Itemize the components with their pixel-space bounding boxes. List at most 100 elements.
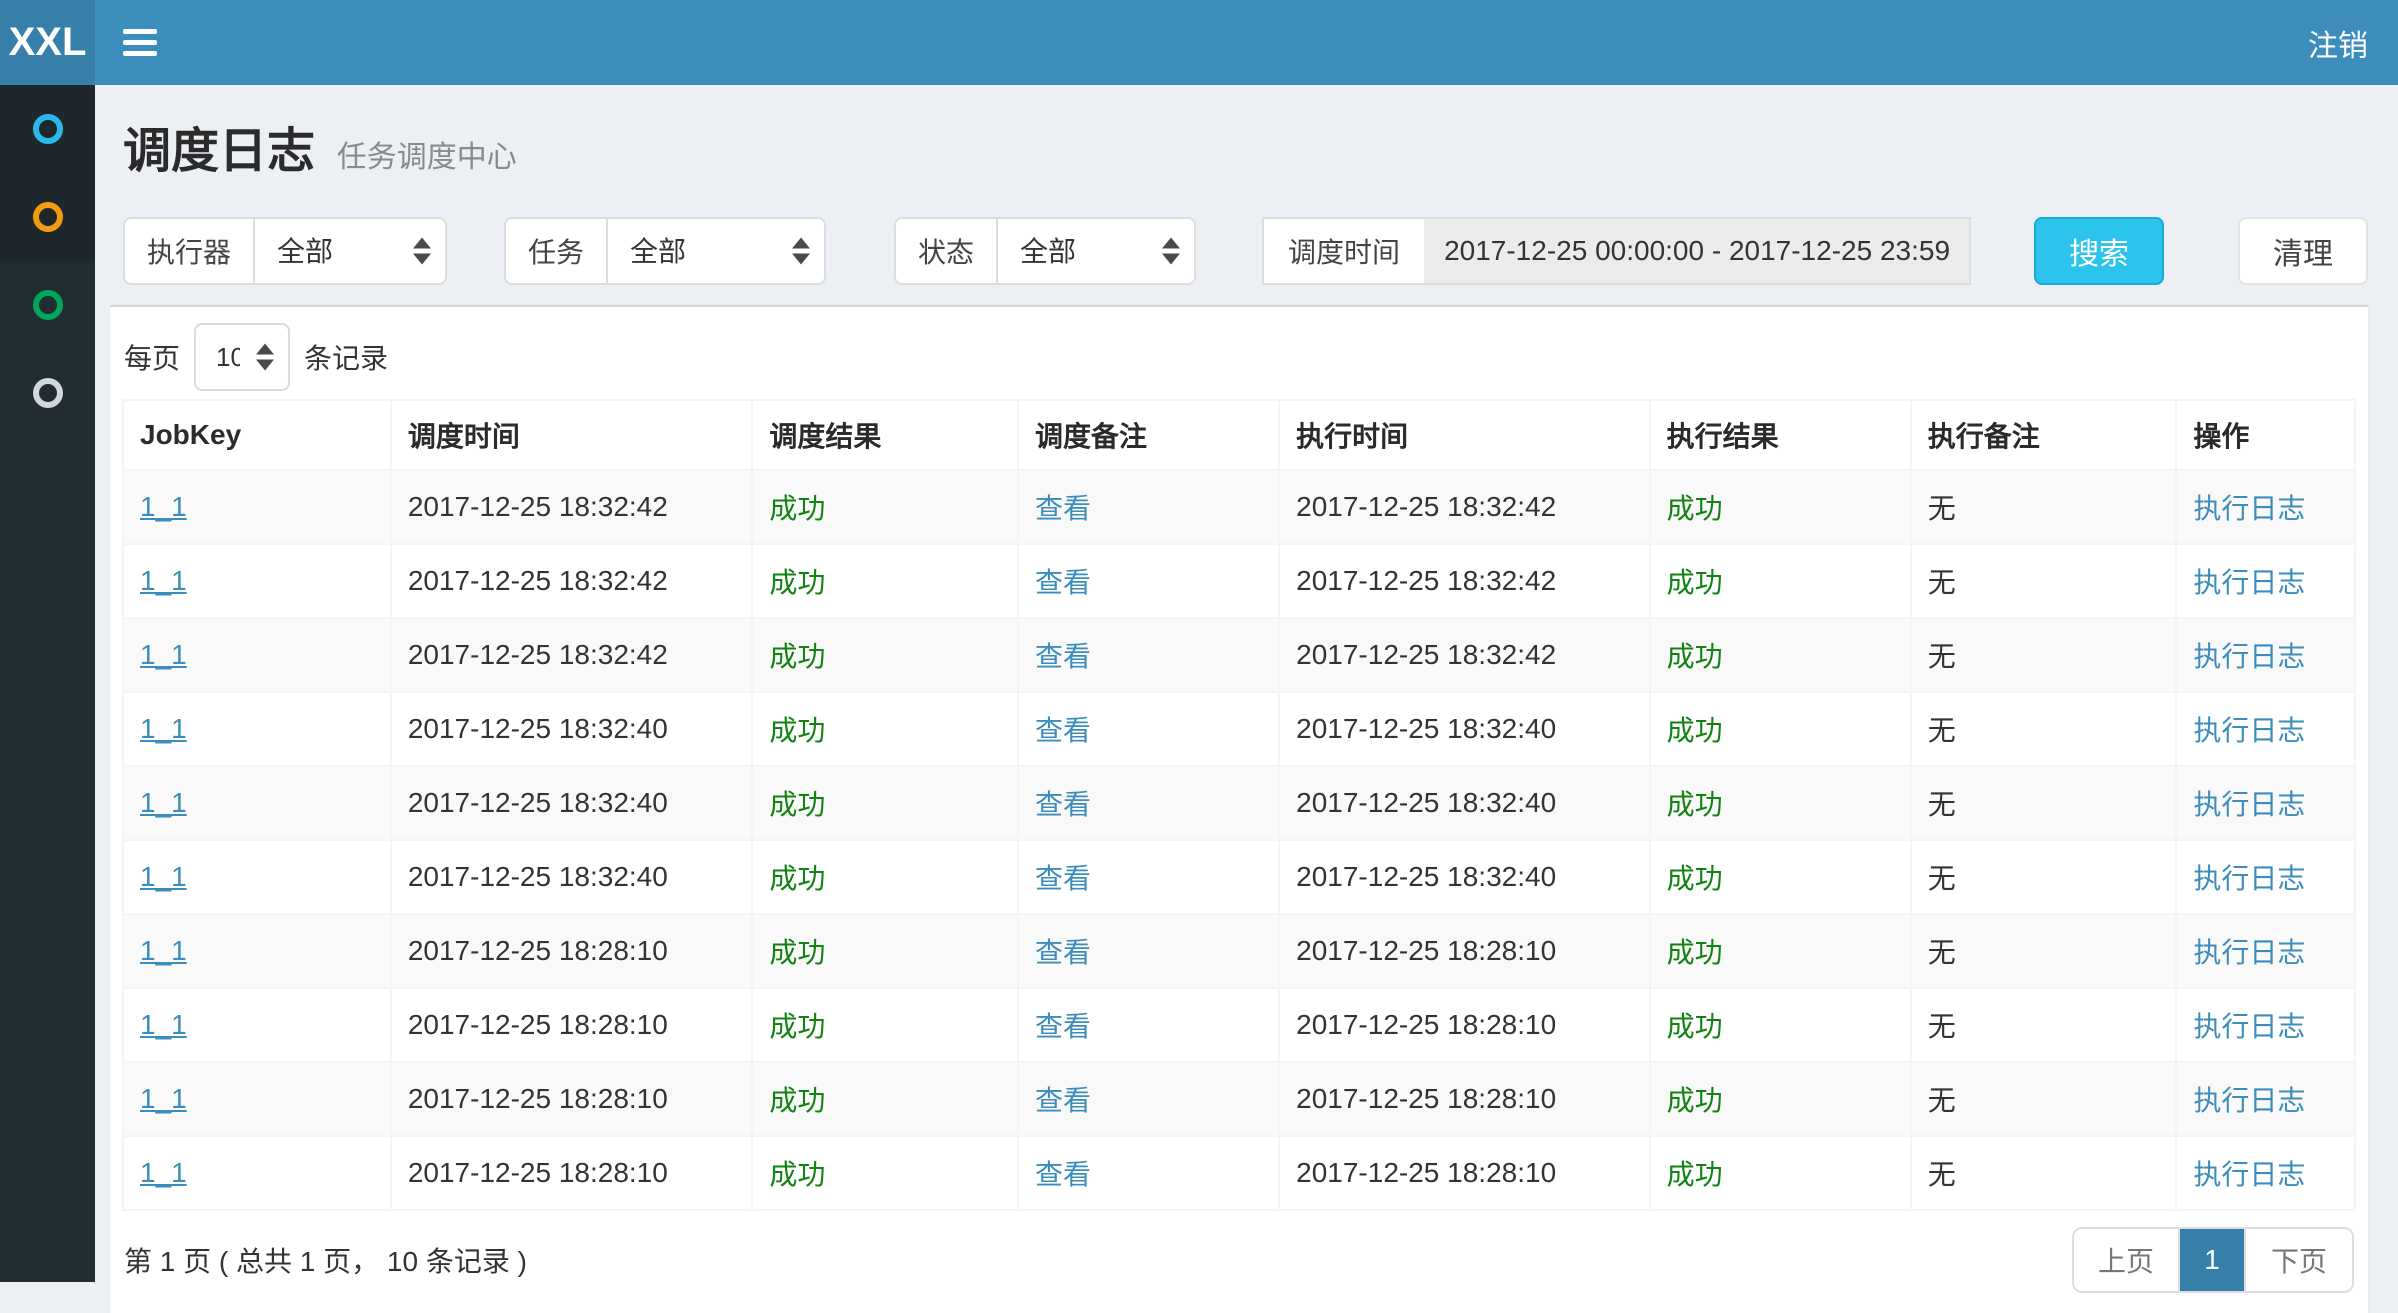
exec-log-link[interactable]: 执行日志 [2193, 789, 2305, 820]
jobkey-link[interactable]: 1_1 [140, 565, 187, 596]
trigger-result-cell: 成功 [769, 863, 825, 894]
trigger-msg-link[interactable]: 查看 [1035, 937, 1091, 968]
trigger-result-cell: 成功 [769, 1159, 825, 1190]
trigger-result-cell: 成功 [769, 1011, 825, 1042]
trigger-result-cell: 成功 [769, 641, 825, 672]
trigger-msg-link[interactable]: 查看 [1035, 789, 1091, 820]
handle-msg-cell: 无 [1928, 641, 1956, 672]
jobkey-link[interactable]: 1_1 [140, 861, 187, 892]
table-row: 1_1 2017-12-25 18:32:42 成功 查看 2017-12-25 18:… [123, 470, 2355, 544]
exec-log-link[interactable]: 执行日志 [2193, 1159, 2305, 1190]
trigger-result-cell: 成功 [769, 937, 825, 968]
dispatch-log-table: JobKey调度时间调度结果调度备注执行时间执行结果执行备注操作 1_12017… [122, 399, 2356, 1211]
exec-log-link[interactable]: 执行日志 [2193, 863, 2305, 894]
column-header-trigger-time: 调度时间 [391, 400, 753, 470]
handle-msg-cell: 无 [1928, 937, 1956, 968]
handle-result-cell: 成功 [1667, 1085, 1723, 1116]
table-row: 1_1 2017-12-25 18:32:40 成功 查看 2017-12-25 18:… [123, 692, 2355, 766]
handle-time-cell: 2017-12-25 18:32:42 [1296, 565, 1556, 596]
search-button[interactable]: 搜索 [2034, 217, 2164, 285]
main-content: 调度日志 任务调度中心 执行器 全部 任务 全部 状态 全部 调度 [95, 85, 2398, 1282]
handle-msg-cell: 无 [1928, 1085, 1956, 1116]
trigger-result-cell: 成功 [769, 1085, 825, 1116]
table-row: 1_1 2017-12-25 18:28:10 成功 查看 2017-12-25 18:… [123, 1062, 2355, 1136]
trigger-time-cell: 2017-12-25 18:28:10 [408, 1157, 668, 1188]
page-size-prefix: 每页 [124, 337, 180, 377]
clear-log-button[interactable]: 清理 [2238, 217, 2368, 285]
content-header: 调度日志 任务调度中心 [110, 85, 2368, 205]
sidebar-item-3[interactable] [0, 261, 95, 349]
logout-link[interactable]: 注销 [2278, 0, 2398, 85]
trigger-time-label: 调度时间 [1262, 217, 1424, 285]
pagination: 上页 1 下页 [2072, 1227, 2354, 1293]
trigger-msg-link[interactable]: 查看 [1035, 1085, 1091, 1116]
handle-msg-cell: 无 [1928, 1011, 1956, 1042]
jobkey-link[interactable]: 1_1 [140, 1157, 187, 1188]
trigger-time-cell: 2017-12-25 18:32:40 [408, 713, 668, 744]
trigger-time-cell: 2017-12-25 18:32:42 [408, 565, 668, 596]
handle-msg-cell: 无 [1928, 493, 1956, 524]
pagination-summary: 第 1 页 ( 总共 1 页， 10 条记录 ) [124, 1240, 527, 1280]
sidebar-toggle-button[interactable] [110, 0, 170, 85]
exec-log-link[interactable]: 执行日志 [2193, 1085, 2305, 1116]
exec-log-link[interactable]: 执行日志 [2193, 1011, 2305, 1042]
app-logo[interactable]: XXL [0, 0, 95, 85]
jobkey-link[interactable]: 1_1 [140, 935, 187, 966]
jobkey-link[interactable]: 1_1 [140, 787, 187, 818]
handle-result-cell: 成功 [1667, 1159, 1723, 1190]
trigger-result-cell: 成功 [769, 715, 825, 746]
exec-log-link[interactable]: 执行日志 [2193, 937, 2305, 968]
page-title: 调度日志 [123, 125, 315, 178]
exec-log-link[interactable]: 执行日志 [2193, 641, 2305, 672]
column-header-trigger-msg: 调度备注 [1018, 400, 1279, 470]
log-panel: 每页 10 条记录 JobKey调度时间调度结果调度备注执行时间执行结果执行备注… [110, 305, 2368, 1313]
handle-time-cell: 2017-12-25 18:32:42 [1296, 491, 1556, 522]
handle-result-cell: 成功 [1667, 863, 1723, 894]
jobkey-link[interactable]: 1_1 [140, 639, 187, 670]
exec-log-link[interactable]: 执行日志 [2193, 493, 2305, 524]
table-row: 1_12017-12-25 18:32:40成功查看2017-12-25 18:… [123, 840, 2355, 914]
jobkey-link[interactable]: 1_1 [140, 1009, 187, 1040]
job-filter-group: 任务 全部 [504, 217, 826, 285]
handle-msg-cell: 无 [1928, 789, 1956, 820]
page-size-select[interactable]: 10 [194, 323, 290, 391]
status-label: 状态 [894, 217, 996, 285]
executor-select[interactable]: 全部 [253, 217, 447, 285]
trigger-time-cell: 2017-12-25 18:32:42 [408, 491, 668, 522]
trigger-msg-link[interactable]: 查看 [1035, 715, 1091, 746]
column-header-trigger-result: 调度结果 [752, 400, 1018, 470]
trigger-time-cell: 2017-12-25 18:28:10 [408, 935, 668, 966]
trigger-msg-link[interactable]: 查看 [1035, 567, 1091, 598]
handle-result-cell: 成功 [1667, 567, 1723, 598]
sidebar-item-2[interactable] [0, 173, 95, 261]
handle-time-cell: 2017-12-25 18:28:10 [1296, 1083, 1556, 1114]
trigger-msg-link[interactable]: 查看 [1035, 1159, 1091, 1190]
top-navbar: XXL 注销 [0, 0, 2398, 85]
trigger-time-cell: 2017-12-25 18:32:40 [408, 861, 668, 892]
jobkey-link[interactable]: 1_1 [140, 1083, 187, 1114]
time-filter-group: 调度时间 [1262, 217, 1971, 285]
table-row: 1_12017-12-25 18:32:42成功查看2017-12-25 18:… [123, 618, 2355, 692]
sidebar-item-1[interactable] [0, 85, 95, 173]
exec-log-link[interactable]: 执行日志 [2193, 715, 2305, 746]
trigger-msg-link[interactable]: 查看 [1035, 1011, 1091, 1042]
handle-time-cell: 2017-12-25 18:32:42 [1296, 639, 1556, 670]
handle-time-cell: 2017-12-25 18:28:10 [1296, 1157, 1556, 1188]
trigger-time-range-input[interactable] [1424, 217, 1971, 285]
jobkey-link[interactable]: 1_1 [140, 491, 187, 522]
job-select[interactable]: 全部 [606, 217, 826, 285]
trigger-msg-link[interactable]: 查看 [1035, 641, 1091, 672]
trigger-msg-link[interactable]: 查看 [1035, 493, 1091, 524]
circle-icon [33, 202, 63, 232]
status-select[interactable]: 全部 [996, 217, 1196, 285]
exec-log-link[interactable]: 执行日志 [2193, 567, 2305, 598]
handle-time-cell: 2017-12-25 18:32:40 [1296, 713, 1556, 744]
jobkey-link[interactable]: 1_1 [140, 713, 187, 744]
trigger-result-cell: 成功 [769, 567, 825, 598]
sidebar-item-4[interactable] [0, 349, 95, 437]
handle-result-cell: 成功 [1667, 937, 1723, 968]
trigger-result-cell: 成功 [769, 493, 825, 524]
trigger-msg-link[interactable]: 查看 [1035, 863, 1091, 894]
page-size-suffix: 条记录 [304, 337, 388, 377]
trigger-time-cell: 2017-12-25 18:28:10 [408, 1083, 668, 1114]
